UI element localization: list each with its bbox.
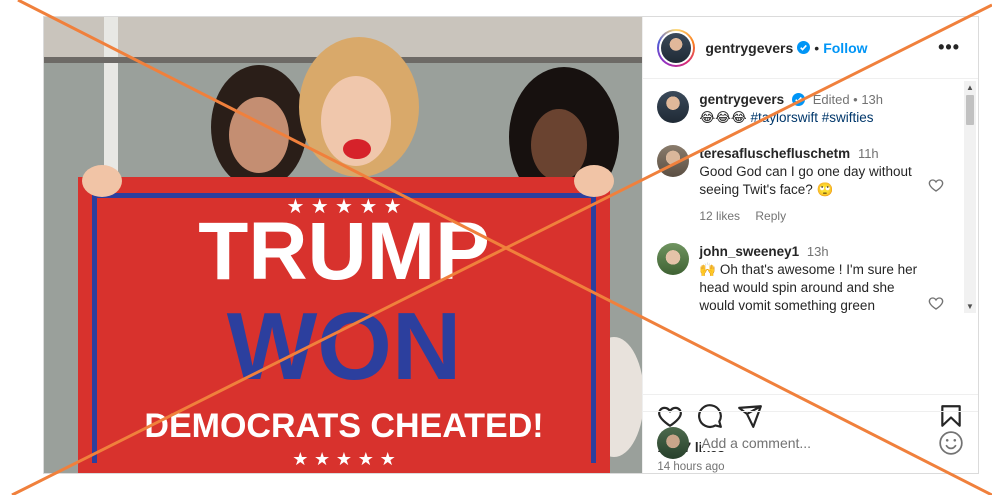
comment-likes[interactable]: 12 likes <box>699 209 740 223</box>
avatar[interactable] <box>657 91 690 123</box>
author-avatar[interactable] <box>657 28 696 67</box>
more-icon[interactable]: ••• <box>938 37 960 58</box>
svg-text:★ ★ ★ ★ ★: ★ ★ ★ ★ ★ <box>292 449 396 470</box>
author-username[interactable]: gentrygevers <box>705 40 793 56</box>
post-image[interactable]: ★ ★ ★ ★ ★ TRUMP WON DEMOCRATS CHEATED! ★… <box>44 17 643 473</box>
add-comment-row <box>643 411 978 473</box>
comment-time: 11h <box>857 146 879 161</box>
avatar[interactable] <box>657 243 690 275</box>
verified-icon <box>797 41 811 54</box>
list-item: john_sweeney1 13h 🙌 Oh that's awesome ! … <box>657 243 958 315</box>
caption-emojis: 😂😂😂 <box>699 110 747 125</box>
caption-meta: Edited • 13h <box>812 92 884 107</box>
verified-icon <box>791 93 805 106</box>
separator-dot: • <box>814 39 820 56</box>
follow-button[interactable]: Follow <box>823 40 867 56</box>
photo-graphic: ★ ★ ★ ★ ★ TRUMP WON DEMOCRATS CHEATED! ★… <box>44 17 643 473</box>
reply-button[interactable]: Reply <box>755 209 786 223</box>
flag-text-3: DEMOCRATS CHEATED! <box>144 407 543 445</box>
post-sidebar: gentrygevers • Follow ••• gentrygevers E… <box>642 17 978 473</box>
comment-username[interactable]: teresafluschefluschetm <box>699 146 850 161</box>
emoji-icon[interactable] <box>938 430 964 456</box>
avatar[interactable] <box>657 145 690 177</box>
comment-username[interactable]: john_sweeney1 <box>699 244 799 259</box>
comment-time: 13h <box>806 244 829 259</box>
flag-text-2: WON <box>227 293 462 400</box>
comment-text: Good God can I go one day without seeing… <box>699 164 912 197</box>
list-item: teresafluschefluschetm 11h Good God can … <box>657 145 958 225</box>
flag-text-1: TRUMP <box>198 206 490 297</box>
heart-icon[interactable] <box>928 177 944 193</box>
scrollbar[interactable]: ▲ ▼ <box>964 81 976 313</box>
heart-icon[interactable] <box>928 295 944 311</box>
caption-username[interactable]: gentrygevers <box>699 92 784 107</box>
avatar <box>657 426 690 459</box>
caption: gentrygevers Edited • 13h 😂😂😂 #taylorswi… <box>657 91 958 127</box>
instagram-post: ★ ★ ★ ★ ★ TRUMP WON DEMOCRATS CHEATED! ★… <box>43 16 979 474</box>
caption-hashtags[interactable]: #taylorswift #swifties <box>750 110 873 125</box>
comment-text: 🙌 Oh that's awesome ! I'm sure her head … <box>699 262 918 313</box>
post-header: gentrygevers • Follow ••• <box>643 17 978 79</box>
screenshot-root: ★ ★ ★ ★ ★ TRUMP WON DEMOCRATS CHEATED! ★… <box>0 0 992 495</box>
comments-area[interactable]: gentrygevers Edited • 13h 😂😂😂 #taylorswi… <box>643 79 978 394</box>
comment-input[interactable] <box>701 434 912 451</box>
